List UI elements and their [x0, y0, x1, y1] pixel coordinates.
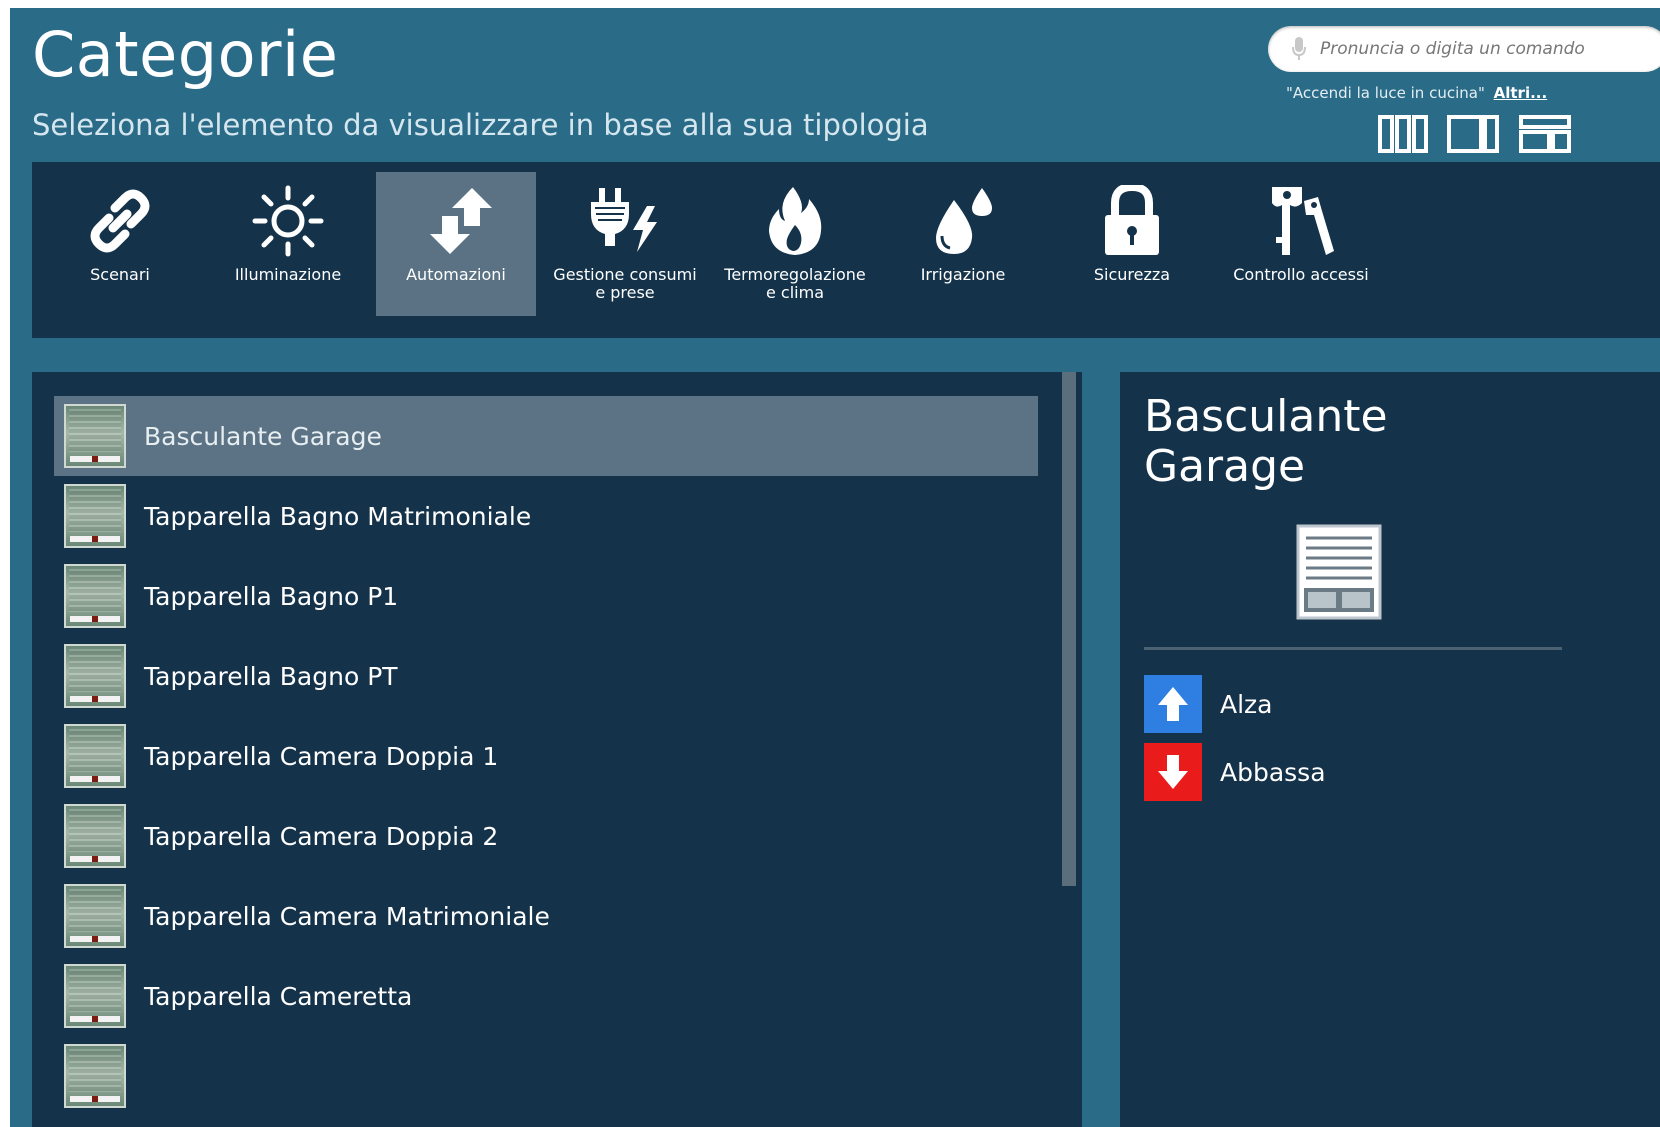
page-title: Categorie: [32, 18, 339, 91]
list-item-label: Tapparella Bagno Matrimoniale: [144, 501, 532, 531]
hint-example: "Accendi la luce in cucina": [1286, 84, 1485, 102]
category-label: Sicurezza: [1093, 265, 1171, 284]
page-subtitle: Seleziona l'elemento da visualizzare in …: [32, 108, 929, 142]
lower-action[interactable]: Abbassa: [1144, 742, 1464, 802]
shutter-icon: [64, 404, 126, 468]
category-scenari[interactable]: Scenari: [35, 172, 205, 316]
flame-icon: [745, 178, 845, 264]
layout-two-columns-button[interactable]: [1446, 112, 1500, 156]
list-item-label: Basculante Garage: [144, 421, 382, 451]
category-controllo-accessi[interactable]: Controllo accessi: [1216, 172, 1386, 316]
list-item-label: Tapparella Bagno P1: [144, 581, 399, 611]
list-item-label: Tapparella Cameretta: [144, 981, 413, 1011]
command-search-box[interactable]: [1268, 26, 1660, 72]
link-icon: [70, 178, 170, 264]
list-item-partial[interactable]: [54, 1036, 1038, 1116]
arrow-down-icon[interactable]: [1144, 743, 1202, 801]
list-item[interactable]: Tapparella Bagno P1: [54, 556, 1038, 636]
hint-more-link[interactable]: Altri...: [1494, 84, 1548, 102]
category-irrigazione[interactable]: Irrigazione: [878, 172, 1048, 316]
shutter-icon: [64, 564, 126, 628]
list-item[interactable]: Tapparella Bagno PT: [54, 636, 1038, 716]
layout-rows-button[interactable]: [1518, 112, 1572, 156]
category-termoregolazione[interactable]: Termoregolazione e clima: [710, 172, 880, 316]
lower-label: Abbassa: [1220, 757, 1326, 787]
sun-icon: [238, 178, 338, 264]
category-label: Scenari: [90, 265, 150, 284]
detail-panel: Basculante Garage Alza Abbassa: [1120, 372, 1660, 1127]
list-item[interactable]: Basculante Garage: [54, 396, 1038, 476]
garage-door-icon: [1296, 524, 1382, 624]
raise-action[interactable]: Alza: [1144, 674, 1464, 734]
layout-three-columns-button[interactable]: [1376, 112, 1430, 156]
shutter-icon: [64, 644, 126, 708]
list-item-label: Tapparella Camera Matrimoniale: [144, 901, 550, 931]
category-illuminazione[interactable]: Illuminazione: [203, 172, 373, 316]
water-drops-icon: [913, 178, 1013, 264]
command-input[interactable]: [1318, 38, 1660, 60]
shutter-icon: [64, 724, 126, 788]
list-item-label: Tapparella Camera Doppia 2: [144, 821, 499, 851]
padlock-icon: [1082, 178, 1182, 264]
list-item-label: Tapparella Camera Doppia 1: [144, 741, 499, 771]
shutter-icon: [64, 484, 126, 548]
list-item[interactable]: Tapparella Cameretta: [54, 956, 1038, 1036]
shutter-icon: [64, 1044, 126, 1108]
shutter-icon: [64, 884, 126, 948]
list-item[interactable]: Tapparella Camera Doppia 2: [54, 796, 1038, 876]
list-item[interactable]: Tapparella Camera Matrimoniale: [54, 876, 1038, 956]
category-label: Termoregolazione e clima: [724, 265, 866, 302]
category-label: Automazioni: [406, 265, 506, 284]
layout-rows-icon: [1519, 115, 1571, 153]
device-list-panel: Basculante Garage Tapparella Bagno Matri…: [32, 372, 1082, 1127]
category-gestione-consumi[interactable]: Gestione consumi e prese: [540, 172, 710, 316]
category-sicurezza[interactable]: Sicurezza: [1047, 172, 1217, 316]
category-label: Controllo accessi: [1233, 265, 1369, 284]
shutter-icon: [64, 964, 126, 1028]
category-bar: Scenari Illuminazione Automazioni Gestio…: [32, 162, 1660, 338]
divider: [1144, 647, 1562, 650]
category-automazioni[interactable]: Automazioni: [376, 172, 536, 316]
raise-label: Alza: [1220, 689, 1273, 719]
list-scrollbar[interactable]: [1062, 372, 1076, 886]
shutter-icon: [64, 804, 126, 868]
keys-icon: [1251, 178, 1351, 264]
category-label: Gestione consumi e prese: [553, 265, 697, 302]
arrows-up-down-icon: [406, 178, 506, 264]
arrow-up-icon[interactable]: [1144, 675, 1202, 733]
plug-bolt-icon: [575, 178, 675, 264]
layout-three-columns-icon: [1378, 115, 1428, 153]
app-window: Categorie Seleziona l'elemento da visual…: [10, 8, 1660, 1127]
microphone-icon[interactable]: [1288, 36, 1310, 62]
list-item[interactable]: Tapparella Camera Doppia 1: [54, 716, 1038, 796]
detail-title: Basculante Garage: [1144, 391, 1388, 492]
list-item[interactable]: Tapparella Bagno Matrimoniale: [54, 476, 1038, 556]
command-hint: "Accendi la luce in cucina" Altri...: [1286, 84, 1547, 102]
category-label: Illuminazione: [234, 265, 342, 284]
list-item-label: Tapparella Bagno PT: [144, 661, 398, 691]
layout-two-columns-icon: [1447, 115, 1499, 153]
category-label: Irrigazione: [920, 265, 1006, 284]
